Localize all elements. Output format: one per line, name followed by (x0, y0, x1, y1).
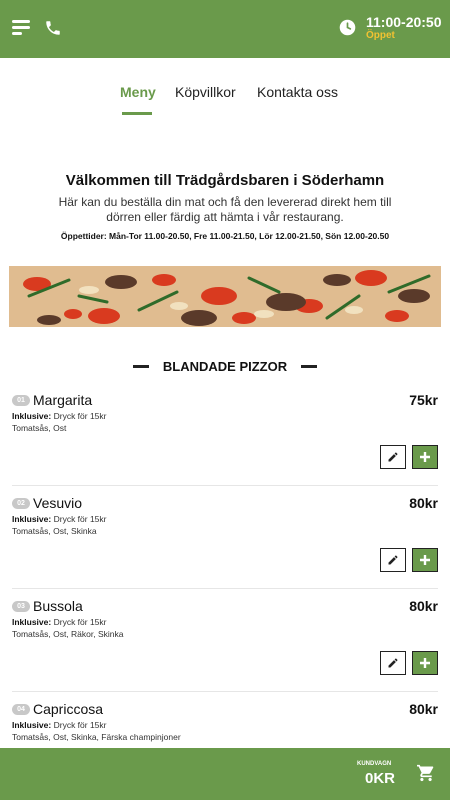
phone-icon[interactable] (44, 19, 62, 37)
top-bar: 11:00-20:50 Öppet (0, 0, 450, 58)
inclusive-value: Dryck för 15kr (53, 720, 107, 730)
plus-icon (420, 452, 430, 462)
pencil-icon (388, 658, 398, 668)
cart-label: KUNDVAGN (357, 761, 392, 767)
item-divider (12, 588, 438, 589)
heading-bar-right (301, 365, 317, 368)
plus-icon (420, 555, 430, 565)
item-price: 80kr (409, 495, 438, 511)
edit-item-button[interactable] (380, 445, 406, 469)
main-nav: Meny Köpvillkor Kontakta oss (0, 84, 450, 115)
item-price: 80kr (409, 701, 438, 717)
item-price: 75kr (409, 392, 438, 408)
tab-menu[interactable]: Meny (120, 84, 156, 100)
opening-hours: Öppettider: Mån-Tor 11.00-20.50, Fre 11.… (60, 231, 390, 241)
item-divider (12, 485, 438, 486)
welcome-title: Välkommen till Trädgårdsbaren i Söderham… (65, 172, 385, 189)
active-tab-indicator (122, 112, 152, 115)
welcome-description: Här kan du beställa din mat och få den l… (58, 195, 392, 224)
item-inclusive: Inklusive: Dryck för 15kr (12, 720, 107, 730)
clock-icon (339, 19, 356, 36)
add-to-cart-button[interactable] (412, 445, 438, 469)
item-divider (12, 691, 438, 692)
item-ingredients: Tomatsås, Ost (12, 423, 67, 433)
plus-icon (420, 658, 430, 668)
item-name: Margarita (33, 392, 93, 408)
tab-contact[interactable]: Kontakta oss (257, 84, 338, 100)
item-name: Bussola (33, 598, 83, 614)
cart-total: 0KR (365, 770, 396, 787)
inclusive-value: Dryck för 15kr (53, 617, 107, 627)
tab-terms[interactable]: Köpvillkor (175, 84, 236, 100)
item-ingredients: Tomatsås, Ost, Skinka, Färska champinjon… (12, 732, 181, 742)
add-to-cart-button[interactable] (412, 651, 438, 675)
item-inclusive: Inklusive: Dryck för 15kr (12, 617, 107, 627)
item-name: Vesuvio (33, 495, 83, 511)
item-number-badge: 01 (12, 395, 30, 406)
item-number-badge: 03 (12, 601, 30, 612)
section-heading: BLANDADE PIZZOR (0, 359, 450, 375)
open-status: Öppet (366, 30, 395, 41)
item-number-badge: 04 (12, 704, 30, 715)
section-title: BLANDADE PIZZOR (162, 359, 288, 374)
pencil-icon (388, 555, 398, 565)
inclusive-value: Dryck för 15kr (53, 411, 107, 421)
inclusive-label: Inklusive: (12, 720, 52, 730)
menu-icon[interactable] (12, 20, 30, 36)
welcome-section: Välkommen till Trädgårdsbaren i Söderham… (0, 172, 450, 241)
inclusive-value: Dryck för 15kr (53, 514, 107, 524)
menu-item: 02 Vesuvio 80kr Inklusive: Dryck för 15k… (12, 495, 438, 595)
pencil-icon (388, 452, 398, 462)
item-name: Capriccosa (33, 701, 104, 717)
item-inclusive: Inklusive: Dryck för 15kr (12, 411, 107, 421)
item-inclusive: Inklusive: Dryck för 15kr (12, 514, 107, 524)
menu-item: 03 Bussola 80kr Inklusive: Dryck för 15k… (12, 598, 438, 698)
edit-item-button[interactable] (380, 548, 406, 572)
opening-hours-today: 11:00-20:50 (366, 14, 442, 30)
item-number-badge: 02 (12, 498, 30, 509)
pizza-banner-image (9, 266, 441, 327)
cart-bar[interactable]: KUNDVAGN 0KR (0, 748, 450, 800)
add-to-cart-button[interactable] (412, 548, 438, 572)
inclusive-label: Inklusive: (12, 411, 52, 421)
inclusive-label: Inklusive: (12, 617, 52, 627)
inclusive-label: Inklusive: (12, 514, 52, 524)
item-ingredients: Tomatsås, Ost, Räkor, Skinka (12, 629, 124, 639)
cart-icon[interactable] (416, 764, 436, 782)
edit-item-button[interactable] (380, 651, 406, 675)
item-price: 80kr (409, 598, 438, 614)
menu-item: 01 Margarita 75kr Inklusive: Dryck för 1… (12, 392, 438, 492)
item-ingredients: Tomatsås, Ost, Skinka (12, 526, 97, 536)
